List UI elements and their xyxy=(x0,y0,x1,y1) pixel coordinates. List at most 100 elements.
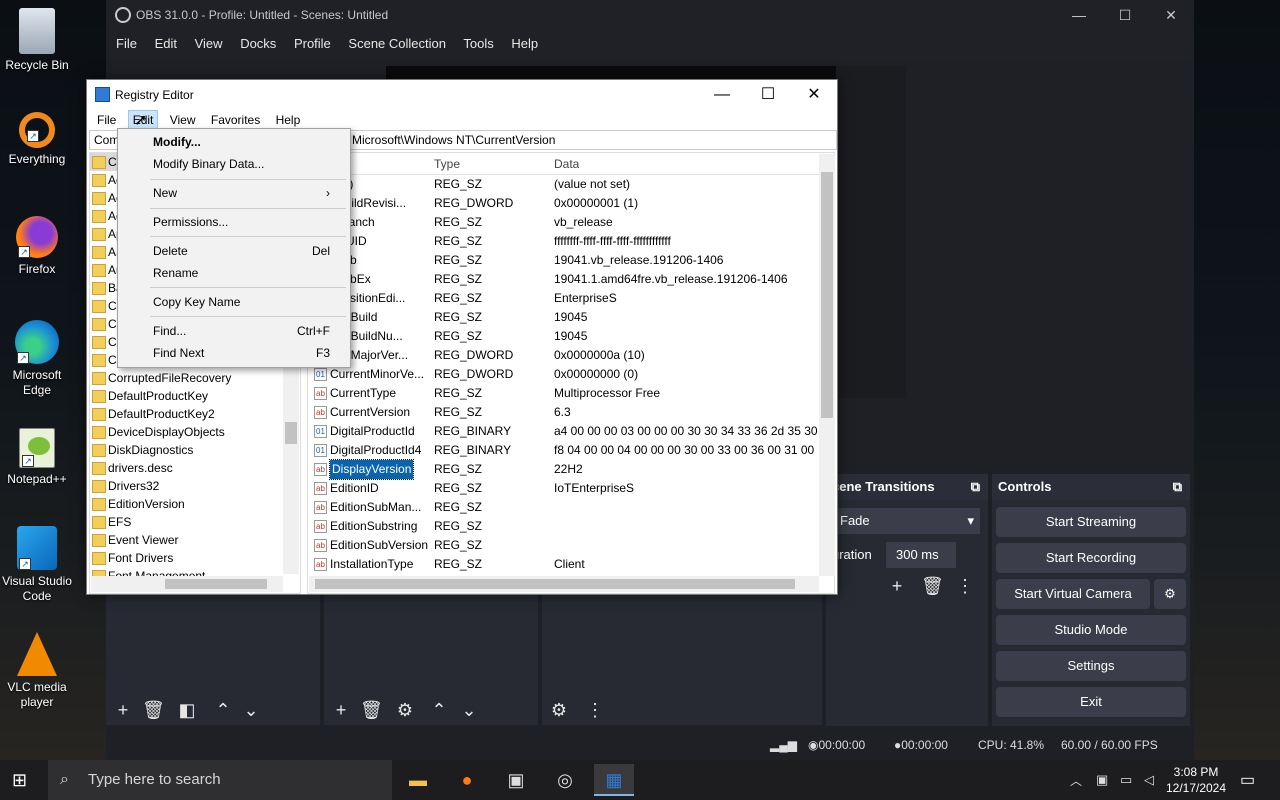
remove-scene-icon[interactable]: 🗑 xyxy=(142,700,165,720)
table-row[interactable]: abdGUIDREG_SZffffffff-ffff-ffff-ffff-fff… xyxy=(308,232,834,251)
table-row[interactable]: ab EditionSubVersion REG_SZ xyxy=(308,536,834,555)
transition-select[interactable]: Fade ▾ xyxy=(832,508,980,534)
exit-button[interactable]: Exit xyxy=(996,687,1186,717)
obs-menu-file[interactable]: File xyxy=(116,36,137,51)
obs-menu-tools[interactable]: Tools xyxy=(463,36,493,51)
desktop-icon-everything[interactable]: ↗ Everything xyxy=(0,112,74,167)
table-row[interactable]: ab CurrentType REG_SZ Multiprocessor Free xyxy=(308,384,834,403)
table-row[interactable]: 01 DigitalProductId4 REG_BINARY f8 04 00 00… xyxy=(308,441,834,460)
tree-item[interactable]: Font Drivers xyxy=(90,549,300,567)
maximize-icon[interactable]: ☐ xyxy=(745,80,791,110)
audio-settings-icon[interactable]: ⚙ xyxy=(548,700,570,720)
table-row[interactable]: abrentBuildNu...REG_SZ19045 xyxy=(308,327,834,346)
menu-item-permissions[interactable]: Permissions... xyxy=(118,211,350,233)
table-row[interactable]: abdBranchREG_SZvb_release xyxy=(308,213,834,232)
package-icon[interactable]: ▣ xyxy=(496,764,536,796)
table-row[interactable]: abnpositionEdi...REG_SZEnterpriseS xyxy=(308,289,834,308)
tray-app-icon[interactable]: ▣ xyxy=(1096,772,1108,788)
tree-item[interactable]: CorruptedFileRecovery xyxy=(90,369,300,387)
settings-button[interactable]: Settings xyxy=(996,651,1186,681)
remove-source-icon[interactable]: 🗑 xyxy=(360,700,383,720)
tree-hscrollbar[interactable] xyxy=(91,576,283,592)
studio-mode-button[interactable]: Studio Mode xyxy=(996,615,1186,645)
desktop-icon-vlc[interactable]: VLC media player xyxy=(0,632,74,710)
table-row[interactable]: ab EditionSubstring REG_SZ xyxy=(308,517,834,536)
tree-item[interactable]: EFS xyxy=(90,513,300,531)
values-hscrollbar[interactable] xyxy=(309,576,819,592)
table-row[interactable]: abault)REG_SZ(value not set) xyxy=(308,175,834,194)
table-row[interactable]: 01rentMajorVer...REG_DWORD0x0000000a (10… xyxy=(308,346,834,365)
add-scene-icon[interactable]: + xyxy=(112,700,134,720)
menu-item-modify-binary[interactable]: Modify Binary Data... xyxy=(118,153,350,175)
duration-input[interactable]: 300 ms xyxy=(886,542,956,568)
close-icon[interactable]: ✕ xyxy=(1148,0,1194,30)
clock[interactable]: 3:08 PM 12/17/2024 xyxy=(1164,764,1228,796)
close-icon[interactable]: ✕ xyxy=(791,80,837,110)
values-scrollbar[interactable] xyxy=(819,154,835,576)
notification-icon[interactable]: ▭ xyxy=(1240,770,1255,790)
tree-item[interactable]: DeviceDisplayObjects xyxy=(90,423,300,441)
menu-item-delete[interactable]: Delete Del xyxy=(118,240,350,262)
minimize-icon[interactable]: — xyxy=(1056,0,1102,30)
tree-item[interactable]: DefaultProductKey2 xyxy=(90,405,300,423)
table-row[interactable]: ab DisplayVersion REG_SZ 22H2 xyxy=(308,459,834,480)
table-row[interactable]: ab CurrentVersion REG_SZ 6.3 xyxy=(308,403,834,422)
menu-item-modify[interactable]: Modify... xyxy=(118,131,350,153)
tree-item[interactable]: DefaultProductKey xyxy=(90,387,300,405)
file-explorer-icon[interactable]: ▬ xyxy=(398,764,438,796)
tree-item[interactable]: Event Viewer xyxy=(90,531,300,549)
desktop-icon-edge[interactable]: ↗ Microsoft Edge xyxy=(0,320,74,398)
tree-item[interactable]: Drivers32 xyxy=(90,477,300,495)
menu-view[interactable]: View xyxy=(166,110,200,130)
add-source-icon[interactable]: + xyxy=(330,700,352,720)
obs-menu-scene-collection[interactable]: Scene Collection xyxy=(348,36,446,51)
move-up-icon[interactable]: ⌃ xyxy=(428,700,450,720)
desktop-icon-firefox[interactable]: ↗ Firefox xyxy=(0,216,74,277)
tree-item[interactable]: drivers.desc xyxy=(90,459,300,477)
tree-item[interactable]: DiskDiagnostics xyxy=(90,441,300,459)
obs-taskbar-icon[interactable]: ◎ xyxy=(545,764,585,796)
table-row[interactable]: ab EditionSubMan... REG_SZ xyxy=(308,498,834,517)
taskbar-search[interactable]: ⌕ Type here to search xyxy=(48,760,392,800)
desktop-icon-recycle-bin[interactable]: Recycle Bin xyxy=(0,8,74,73)
firefox-taskbar-icon[interactable]: ● xyxy=(447,764,487,796)
start-virtual-camera-button[interactable]: Start Virtual Camera xyxy=(996,579,1150,609)
obs-menu-docks[interactable]: Docks xyxy=(240,36,276,51)
more-vertical-icon[interactable]: ⋮ xyxy=(954,576,976,596)
column-type[interactable]: Type xyxy=(434,153,460,175)
menu-file[interactable]: File xyxy=(93,110,120,130)
table-row[interactable]: 01 CurrentMinorVe... REG_DWORD 0x00000000 (… xyxy=(308,365,834,384)
move-up-icon[interactable]: ⌃ xyxy=(212,700,234,720)
tree-item[interactable]: EditionVersion xyxy=(90,495,300,513)
menu-item-find-next[interactable]: Find Next F3 xyxy=(118,342,350,364)
maximize-icon[interactable]: ☐ xyxy=(1102,0,1148,30)
start-streaming-button[interactable]: Start Streaming xyxy=(996,507,1186,537)
table-row[interactable]: abrentBuildREG_SZ19045 xyxy=(308,308,834,327)
windows-start-icon[interactable]: ⊞ xyxy=(12,770,27,791)
add-transition-icon[interactable]: + xyxy=(886,576,908,596)
more-vertical-icon[interactable]: ⋮ xyxy=(584,700,606,720)
table-row[interactable]: abdLabREG_SZ19041.vb_release.191206-1406 xyxy=(308,251,834,270)
filter-icon[interactable]: ◧ xyxy=(176,700,198,720)
menu-help[interactable]: Help xyxy=(272,110,305,130)
obs-menu-view[interactable]: View xyxy=(195,36,223,51)
obs-menu-help[interactable]: Help xyxy=(511,36,538,51)
move-down-icon[interactable]: ⌄ xyxy=(240,700,262,720)
volume-icon[interactable]: ◁ xyxy=(1144,772,1154,788)
desktop-icon-vscode[interactable]: ↗ Visual Studio Code xyxy=(0,526,74,604)
regedit-taskbar-icon[interactable]: ▦ xyxy=(594,764,634,796)
table-row[interactable]: ab InstallationType REG_SZ Client xyxy=(308,555,834,574)
obs-menu-edit[interactable]: Edit xyxy=(155,36,177,51)
obs-menu-profile[interactable]: Profile xyxy=(294,36,331,51)
tray-chevron-icon[interactable]: ︿ xyxy=(1070,772,1082,789)
network-icon[interactable]: ▭ xyxy=(1120,772,1132,788)
virtual-camera-settings-icon[interactable]: ⚙ xyxy=(1154,579,1186,609)
source-settings-icon[interactable]: ⚙ xyxy=(394,700,416,720)
menu-favorites[interactable]: Favorites xyxy=(207,110,264,130)
table-row[interactable]: ab EditionID REG_SZ IoTEnterpriseS xyxy=(308,479,834,498)
trash-icon[interactable]: 🗑 xyxy=(921,576,944,596)
table-row[interactable]: abdLabExREG_SZ19041.1.amd64fre.vb_releas… xyxy=(308,270,834,289)
move-down-icon[interactable]: ⌄ xyxy=(458,700,480,720)
minimize-icon[interactable]: — xyxy=(699,80,745,110)
menu-item-new[interactable]: New › xyxy=(118,182,350,204)
